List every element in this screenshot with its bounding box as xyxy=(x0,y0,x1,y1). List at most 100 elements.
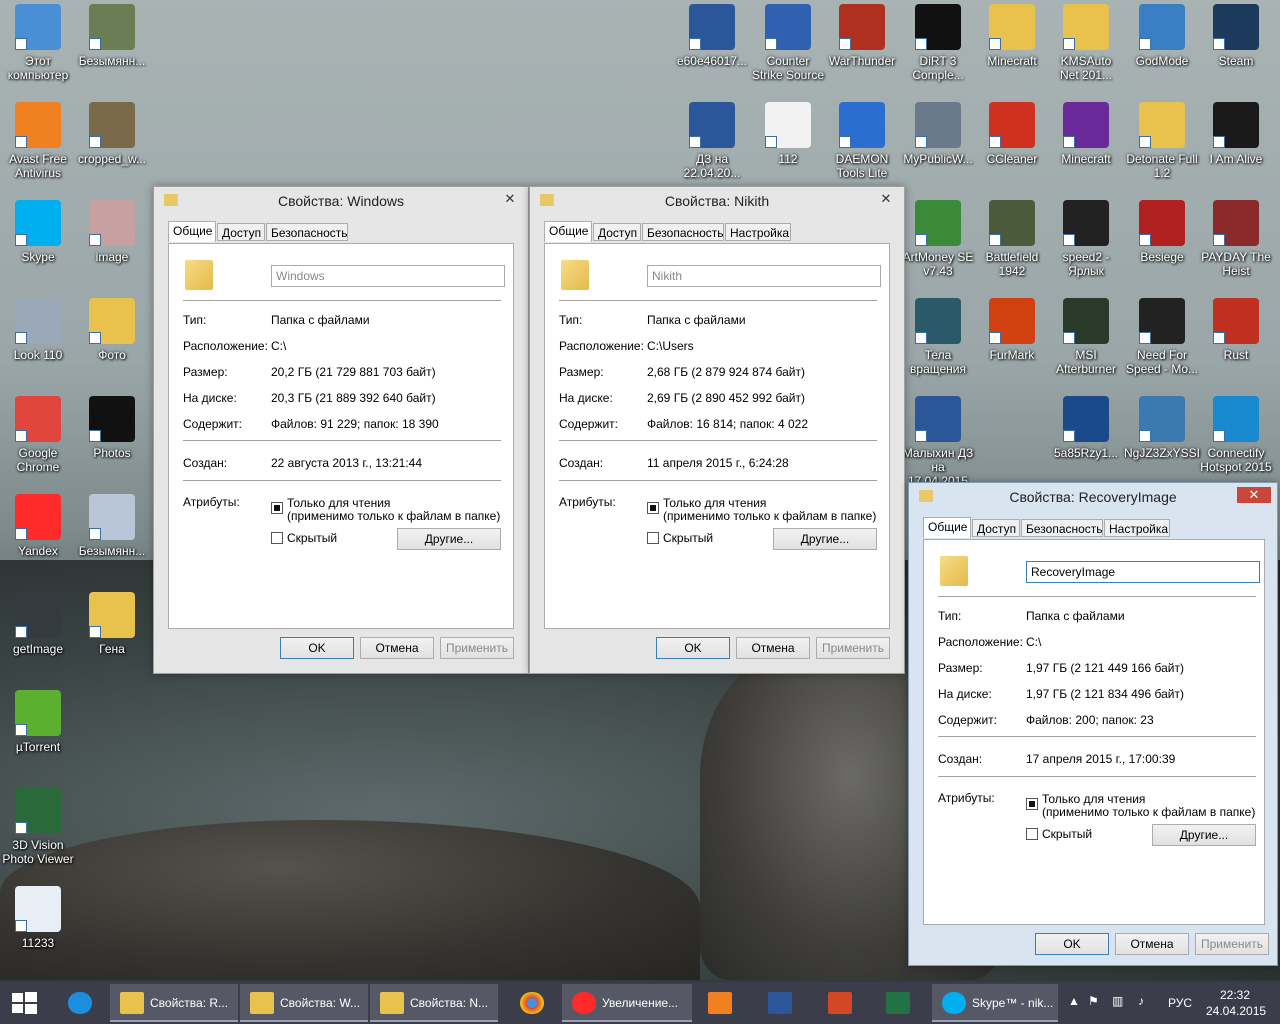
desktop-icon[interactable]: MyPublicW... xyxy=(900,102,976,166)
desktop-icon[interactable]: Steam xyxy=(1198,4,1274,68)
taskbar-media-player[interactable] xyxy=(696,984,746,1022)
tray-volume-icon[interactable]: ♪ xyxy=(1138,994,1144,1008)
clock-date[interactable]: 24.04.2015 xyxy=(1206,1004,1266,1018)
desktop-icon[interactable]: Need For Speed - Mo... xyxy=(1124,298,1200,376)
dialog-title-bar[interactable]: Свойства: RecoveryImage ✕ xyxy=(909,483,1277,511)
desktop-icon[interactable]: Малыхин ДЗ на 17.04.2015 xyxy=(900,396,976,488)
desktop-icon[interactable]: cropped_w... xyxy=(74,102,150,166)
desktop-icon[interactable]: NgJZ3ZxYSSI xyxy=(1124,396,1200,460)
desktop-icon[interactable]: Battlefield 1942 xyxy=(974,200,1050,278)
desktop-icon[interactable]: image xyxy=(74,200,150,264)
other-attributes-button[interactable]: Другие... xyxy=(397,528,501,550)
taskbar-excel[interactable] xyxy=(874,984,924,1022)
desktop-icon[interactable]: Yandex xyxy=(0,494,76,558)
desktop-icon[interactable]: CCleaner xyxy=(974,102,1050,166)
desktop-icon[interactable]: I Am Alive xyxy=(1198,102,1274,166)
folder-name-field[interactable]: RecoveryImage xyxy=(1026,561,1260,583)
tray-network-icon[interactable]: ▥ xyxy=(1112,994,1123,1008)
language-indicator[interactable]: РУС xyxy=(1168,996,1192,1010)
other-attributes-button[interactable]: Другие... xyxy=(773,528,877,550)
taskbar-internet-explorer[interactable] xyxy=(54,984,106,1022)
desktop-icon[interactable]: DAEMON Tools Lite xyxy=(824,102,900,180)
desktop-icon[interactable]: Detonate Full 1.2 xyxy=(1124,102,1200,180)
properties-dialog-recoveryimage[interactable]: Свойства: RecoveryImage ✕ Общие Доступ Б… xyxy=(908,482,1278,966)
tab-sharing[interactable]: Доступ xyxy=(972,519,1020,537)
desktop-icon[interactable]: 5a85Rzy1... xyxy=(1048,396,1124,460)
tray-show-hidden-icon[interactable]: ▲ xyxy=(1068,994,1080,1008)
desktop-icon[interactable]: Фото xyxy=(74,298,150,362)
tab-general[interactable]: Общие xyxy=(168,221,216,242)
hidden-checkbox[interactable] xyxy=(271,532,283,544)
taskbar-properties-windows[interactable]: Свойства: W... xyxy=(240,984,368,1022)
desktop-icon[interactable]: speed2 - Ярлык xyxy=(1048,200,1124,278)
desktop-icon[interactable]: Гена xyxy=(74,592,150,656)
desktop-icon[interactable]: 11233 xyxy=(0,886,76,950)
taskbar-properties-nikith[interactable]: Свойства: N... xyxy=(370,984,498,1022)
properties-dialog-nikith[interactable]: Свойства: Nikith ✕ Общие Доступ Безопасн… xyxy=(529,186,905,674)
tab-customize[interactable]: Настройка xyxy=(725,223,791,241)
desktop-icon[interactable]: MSI Afterburner xyxy=(1048,298,1124,376)
taskbar-word[interactable] xyxy=(756,984,806,1022)
ok-button[interactable]: OK xyxy=(1035,933,1109,955)
desktop-icon[interactable]: ArtMoney SE v7.43 xyxy=(900,200,976,278)
desktop-icon[interactable]: Skype xyxy=(0,200,76,264)
desktop-icon[interactable]: Photos xyxy=(74,396,150,460)
desktop-icon[interactable]: Google Chrome xyxy=(0,396,76,474)
ok-button[interactable]: OK xyxy=(656,637,730,659)
desktop-icon[interactable]: Look 110 xyxy=(0,298,76,362)
dialog-title-bar[interactable]: Свойства: Windows ✕ xyxy=(154,187,528,215)
desktop-icon[interactable]: Besiege xyxy=(1124,200,1200,264)
desktop-icon[interactable]: µTorrent xyxy=(0,690,76,754)
desktop-icon[interactable]: e60e46017... xyxy=(674,4,750,68)
desktop-icon[interactable]: Connectify Hotspot 2015 xyxy=(1198,396,1274,474)
desktop-icon[interactable]: Тела вращения xyxy=(900,298,976,376)
dialog-title-bar[interactable]: Свойства: Nikith ✕ xyxy=(530,187,904,215)
desktop-icon[interactable]: DiRT 3 Comple... xyxy=(900,4,976,82)
taskbar-powerpoint[interactable] xyxy=(816,984,866,1022)
readonly-checkbox[interactable] xyxy=(271,502,283,514)
close-icon[interactable]: ✕ xyxy=(874,191,898,207)
apply-button[interactable]: Применить xyxy=(440,637,514,659)
readonly-checkbox[interactable] xyxy=(1026,798,1038,810)
taskbar-skype[interactable]: Skype™ - nik... xyxy=(932,984,1058,1022)
folder-name-field[interactable]: Windows xyxy=(271,265,505,287)
hidden-checkbox[interactable] xyxy=(1026,828,1038,840)
desktop-icon[interactable]: Этот компьютер xyxy=(0,4,76,82)
desktop-icon[interactable]: Minecraft xyxy=(1048,102,1124,166)
taskbar-yandex-zoom[interactable]: Увеличение... xyxy=(562,984,692,1022)
close-icon[interactable]: ✕ xyxy=(1237,487,1271,503)
folder-name-field[interactable]: Nikith xyxy=(647,265,881,287)
apply-button[interactable]: Применить xyxy=(1195,933,1269,955)
properties-dialog-windows[interactable]: Свойства: Windows ✕ Общие Доступ Безопас… xyxy=(153,186,529,674)
ok-button[interactable]: OK xyxy=(280,637,354,659)
tab-sharing[interactable]: Доступ xyxy=(217,223,265,241)
desktop-icon[interactable]: FurMark xyxy=(974,298,1050,362)
tab-general[interactable]: Общие xyxy=(544,221,592,242)
tray-flag-icon[interactable]: ⚑ xyxy=(1088,994,1099,1008)
tab-general[interactable]: Общие xyxy=(923,517,971,538)
desktop-icon[interactable]: 112 xyxy=(750,102,826,166)
other-attributes-button[interactable]: Другие... xyxy=(1152,824,1256,846)
desktop-icon[interactable]: Безымянн... xyxy=(74,4,150,68)
cancel-button[interactable]: Отмена xyxy=(736,637,810,659)
desktop-icon[interactable]: KMSAuto Net 201... xyxy=(1048,4,1124,82)
desktop-icon[interactable]: ДЗ на 22.04.20... xyxy=(674,102,750,180)
cancel-button[interactable]: Отмена xyxy=(360,637,434,659)
desktop-icon[interactable]: Rust xyxy=(1198,298,1274,362)
taskbar-properties-recoveryimage[interactable]: Свойства: R... xyxy=(110,984,238,1022)
tab-customize[interactable]: Настройка xyxy=(1104,519,1170,537)
desktop-icon[interactable]: Avast Free Antivirus xyxy=(0,102,76,180)
desktop-icon[interactable]: WarThunder xyxy=(824,4,900,68)
desktop-icon[interactable]: GodMode xyxy=(1124,4,1200,68)
tab-sharing[interactable]: Доступ xyxy=(593,223,641,241)
desktop-icon[interactable]: Безымянн... xyxy=(74,494,150,558)
start-button[interactable] xyxy=(6,988,42,1018)
desktop-icon[interactable]: getImage xyxy=(0,592,76,656)
hidden-checkbox[interactable] xyxy=(647,532,659,544)
apply-button[interactable]: Применить xyxy=(816,637,890,659)
desktop-icon[interactable]: Counter Strike Source xyxy=(750,4,826,82)
desktop-icon[interactable]: 3D Vision Photo Viewer xyxy=(0,788,76,866)
taskbar-chrome[interactable] xyxy=(506,984,558,1022)
cancel-button[interactable]: Отмена xyxy=(1115,933,1189,955)
close-icon[interactable]: ✕ xyxy=(498,191,522,207)
